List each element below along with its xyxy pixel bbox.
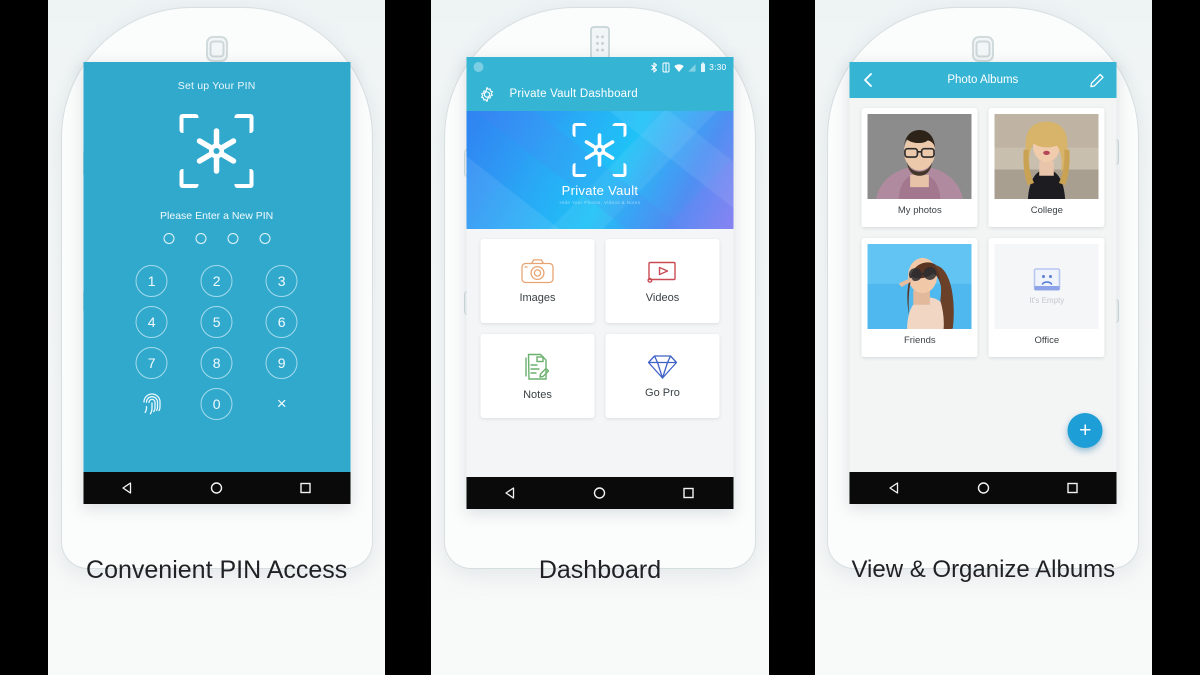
separator-black-bar — [768, 0, 815, 675]
panel-caption: View & Organize Albums — [851, 556, 1116, 583]
status-time: 3:30 — [709, 62, 727, 72]
sad-face-image-icon — [1033, 268, 1061, 291]
delete-icon[interactable]: × — [266, 388, 298, 420]
pin-title: Set up Your PIN — [177, 80, 256, 92]
tile-label: Notes — [523, 388, 552, 401]
pin-dot — [227, 233, 239, 244]
tile-label: Videos — [645, 291, 680, 304]
add-album-fab[interactable]: + — [1067, 413, 1103, 448]
pin-keypad: 1 2 3 4 5 6 7 8 9 0 × — [119, 265, 314, 420]
status-bar: 3:30 — [466, 57, 734, 77]
album-card[interactable]: It's Empty Office — [988, 238, 1105, 357]
key-6[interactable]: 6 — [265, 306, 298, 338]
pin-body: Set up Your PIN Please Enter a New PIN 1… — [83, 62, 350, 472]
notification-dot-icon — [473, 62, 484, 72]
pin-screen: Set up Your PIN Please Enter a New PIN 1… — [83, 62, 351, 504]
album-name: College — [1030, 205, 1063, 216]
key-7[interactable]: 7 — [135, 347, 168, 379]
empty-label: It's Empty — [1029, 296, 1065, 305]
app-bar-title: Private Vault Dashboard — [509, 88, 638, 100]
key-4[interactable]: 4 — [135, 306, 168, 338]
key-9[interactable]: 9 — [265, 347, 298, 379]
key-0[interactable]: 0 — [200, 388, 233, 420]
album-thumbnail — [994, 114, 1099, 199]
phone-device-icon — [589, 26, 610, 60]
key-2[interactable]: 2 — [200, 265, 233, 297]
pin-dot — [163, 233, 175, 244]
hero-tagline: Hide Your Photos, Videos & Notes — [559, 200, 641, 205]
right-black-bar — [1151, 0, 1200, 675]
recents-square-icon[interactable] — [299, 481, 313, 495]
albums-screen: Photo Albums My photos College Friends I… — [849, 62, 1117, 504]
album-card[interactable]: College — [988, 108, 1105, 227]
tile-videos[interactable]: Videos — [605, 239, 720, 323]
home-circle-icon[interactable] — [976, 481, 990, 495]
dashboard-tiles: Images Videos Notes Go Pro — [466, 229, 733, 418]
gear-icon[interactable] — [478, 86, 495, 103]
wifi-icon — [673, 63, 684, 72]
android-navbar — [83, 472, 351, 504]
chevron-left-icon[interactable] — [862, 72, 876, 88]
notepad-icon — [525, 353, 550, 380]
key-5[interactable]: 5 — [200, 306, 233, 338]
app-logo-icon — [179, 114, 254, 188]
album-name: Office — [1034, 335, 1060, 346]
album-thumbnail — [867, 114, 972, 199]
album-name: My photos — [897, 205, 942, 216]
tile-images[interactable]: Images — [480, 239, 595, 323]
home-circle-icon[interactable] — [210, 481, 224, 495]
recents-square-icon[interactable] — [682, 486, 696, 500]
back-triangle-icon[interactable] — [504, 486, 518, 500]
pin-dot — [195, 233, 207, 244]
signal-icon — [687, 63, 696, 72]
panel-dashboard: 3:30 Private Vault Dashboard Private Vau… — [431, 0, 769, 675]
key-1[interactable]: 1 — [135, 265, 168, 297]
pin-dot — [259, 233, 271, 244]
app-logo-icon — [572, 123, 627, 177]
hero-brand: Private Vault — [561, 183, 639, 198]
albums-grid: My photos College Friends It's Empty Off… — [850, 98, 1117, 357]
album-name: Friends — [903, 335, 936, 346]
camera-icon — [521, 259, 554, 284]
app-bar: Private Vault Dashboard — [466, 77, 734, 111]
hero-banner: Private Vault Hide Your Photos, Videos &… — [466, 111, 734, 229]
key-8[interactable]: 8 — [200, 347, 233, 379]
back-triangle-icon[interactable] — [887, 481, 901, 495]
panel-caption: Dashboard — [538, 556, 662, 584]
panel-caption: Convenient PIN Access — [86, 556, 348, 584]
tile-notes[interactable]: Notes — [480, 334, 595, 418]
tile-label: Go Pro — [645, 387, 680, 399]
fingerprint-icon[interactable] — [136, 388, 168, 420]
diamond-icon — [647, 355, 678, 379]
tile-go-pro[interactable]: Go Pro — [605, 334, 720, 418]
android-navbar — [849, 472, 1117, 504]
pin-subtitle: Please Enter a New PIN — [160, 210, 274, 222]
app-bar: Photo Albums — [849, 62, 1117, 98]
screenshot-stage: Set up Your PIN Please Enter a New PIN 1… — [0, 0, 1200, 675]
rotation-icon — [662, 62, 670, 72]
tile-label: Images — [519, 292, 556, 304]
android-navbar — [466, 477, 734, 509]
album-thumbnail-empty: It's Empty — [994, 244, 1099, 329]
pencil-icon[interactable] — [1090, 73, 1105, 88]
front-camera-icon — [972, 36, 995, 62]
panel-albums: Photo Albums My photos College Friends I… — [814, 0, 1152, 675]
separator-black-bar — [385, 0, 432, 675]
home-circle-icon[interactable] — [593, 486, 607, 500]
album-card[interactable]: My photos — [861, 108, 978, 227]
left-black-bar — [0, 0, 48, 675]
album-card[interactable]: Friends — [861, 238, 978, 357]
video-icon — [647, 261, 676, 283]
panel-pin-access: Set up Your PIN Please Enter a New PIN 1… — [48, 0, 386, 675]
recents-square-icon[interactable] — [1065, 481, 1079, 495]
front-camera-icon — [205, 36, 228, 62]
back-triangle-icon[interactable] — [121, 481, 135, 495]
pin-dots — [83, 233, 350, 244]
dashboard-screen: 3:30 Private Vault Dashboard Private Vau… — [466, 57, 734, 509]
bluetooth-icon — [650, 61, 657, 73]
album-thumbnail — [867, 244, 972, 329]
key-3[interactable]: 3 — [265, 265, 298, 297]
battery-icon — [700, 62, 705, 72]
app-bar-title: Photo Albums — [947, 74, 1019, 86]
